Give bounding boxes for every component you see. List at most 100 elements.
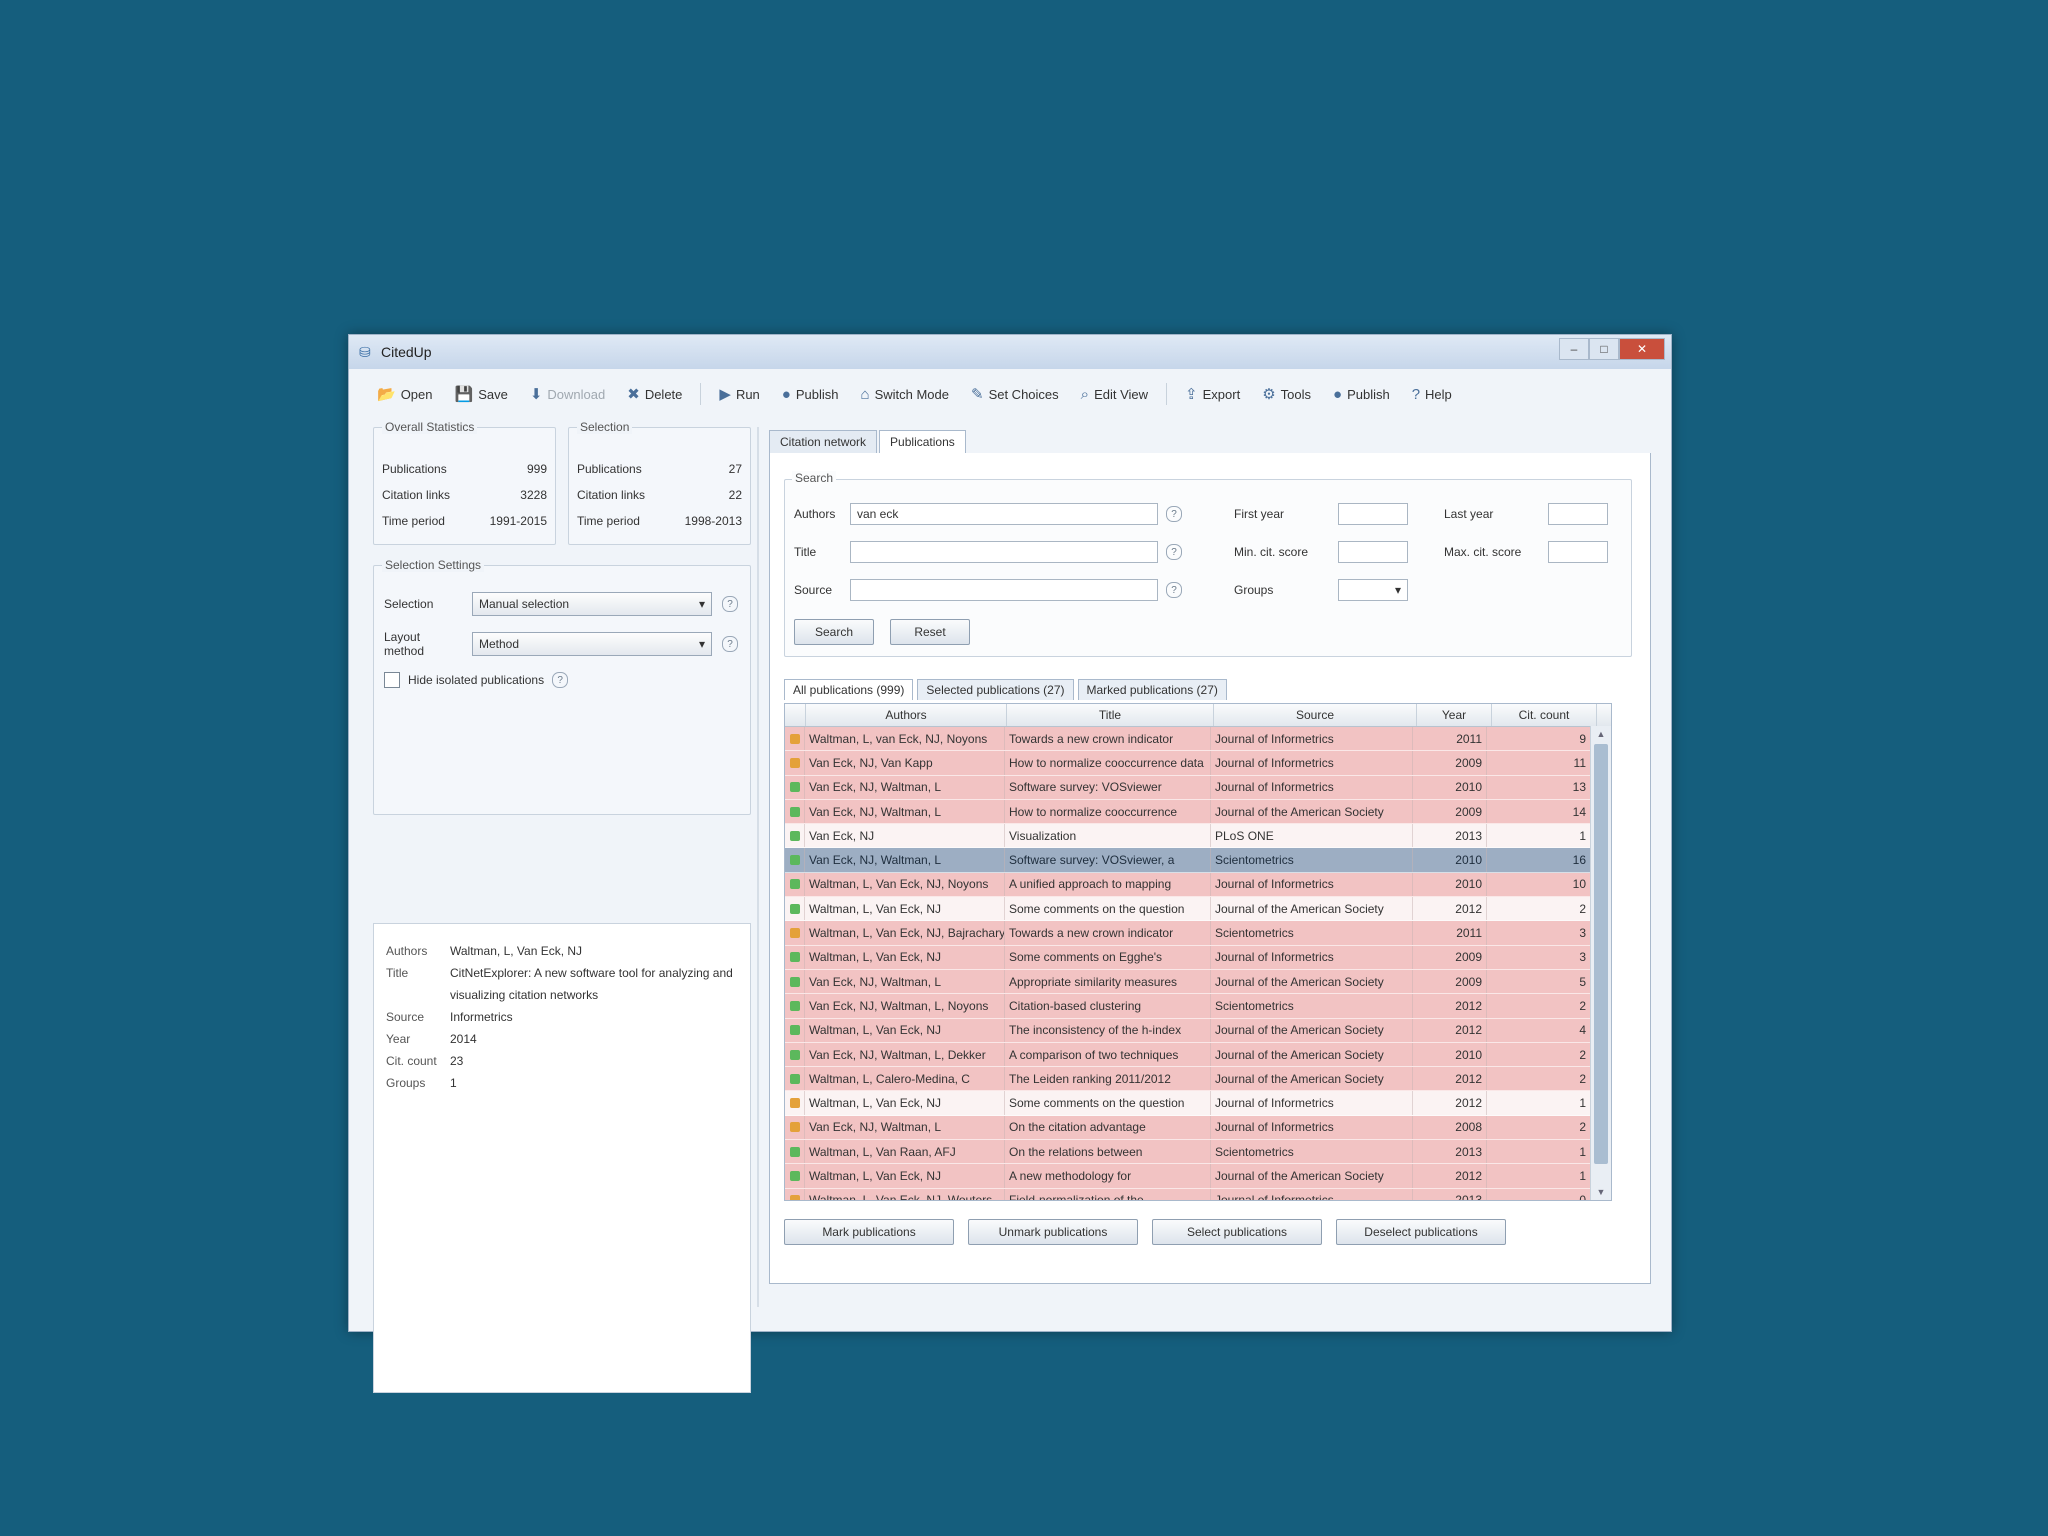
table-row[interactable]: Waltman, L, Calero-Medina, C The Leiden r… [785, 1067, 1611, 1092]
table-row[interactable]: Waltman, L, Van Raan, AFJ On the relation… [785, 1140, 1611, 1165]
max-cit-input[interactable] [1548, 541, 1608, 563]
table-row[interactable]: Waltman, L, van Eck, NJ, Noyons Towards a… [785, 727, 1611, 752]
run-icon: ▶ [719, 386, 731, 403]
table-row[interactable]: Waltman, L, Van Eck, NJ A new methodology… [785, 1164, 1611, 1189]
title-bar[interactable]: ⛁ CitedUp – □ ✕ [349, 335, 1671, 369]
group-color-icon [789, 928, 800, 939]
column-header[interactable]: Authors [806, 704, 1007, 726]
table-row[interactable]: Van Eck, NJ, Waltman, L, Dekker A compari… [785, 1042, 1611, 1068]
toolbar-button-set-choices[interactable]: ✎ Set Choices [967, 383, 1063, 405]
toolbar-button-help[interactable]: ? Help [1408, 384, 1456, 405]
deselect-publications-button[interactable]: Deselect publications [1336, 1219, 1506, 1245]
column-header[interactable]: Title [1007, 704, 1214, 726]
column-header[interactable]: Cit. count [1492, 704, 1597, 726]
cell-source: Journal of the American Society [1211, 1018, 1413, 1042]
toolbar-button-export[interactable]: ⇪ Export [1181, 383, 1244, 405]
table-row[interactable]: Van Eck, NJ, Waltman, L Appropriate simil… [785, 969, 1611, 995]
cell-authors: Van Eck, NJ [805, 824, 1005, 848]
toolbar-button-run[interactable]: ▶ Run [715, 383, 763, 405]
scrollbar-thumb[interactable] [1594, 744, 1608, 1164]
scroll-down-icon[interactable]: ▼ [1591, 1184, 1611, 1200]
cell-title: How to normalize cooccurrence [1005, 799, 1211, 824]
help-icon[interactable]: ? [1166, 506, 1182, 522]
home-icon: ⌂ [860, 385, 870, 403]
table-scrollbar[interactable]: ▲ ▼ [1590, 726, 1611, 1200]
unmark-publications-button[interactable]: Unmark publications [968, 1219, 1138, 1245]
reset-button[interactable]: Reset [890, 619, 970, 645]
table-row[interactable]: Van Eck, NJ, Waltman, L Software survey: … [785, 775, 1611, 800]
min-cit-input[interactable] [1338, 541, 1408, 563]
search-button[interactable]: Search [794, 619, 874, 645]
cell-cit-count: 1 [1487, 1164, 1591, 1188]
toolbar-button-tools[interactable]: ⚙ Tools [1258, 383, 1315, 405]
layout-method-select[interactable]: Method ▾ [472, 632, 712, 656]
cell-year: 2012 [1413, 1018, 1487, 1042]
close-button[interactable]: ✕ [1619, 338, 1665, 360]
right-panel: Citation network Publications Search Auth… [769, 427, 1651, 1284]
mark-publications-button[interactable]: Mark publications [784, 1219, 954, 1245]
table-row[interactable]: Waltman, L, Van Eck, NJ The inconsistency… [785, 1018, 1611, 1043]
group-color-icon [789, 1000, 800, 1011]
table-row[interactable]: Van Eck, NJ, Waltman, L, Noyons Citation-… [785, 994, 1611, 1019]
toolbar-button-edit-view[interactable]: ⌕ Edit View [1077, 384, 1152, 405]
table-row[interactable]: Waltman, L, Van Eck, NJ, Bajracharya Towa… [785, 921, 1611, 946]
cell-authors: Waltman, L, van Eck, NJ, Noyons [805, 727, 1005, 751]
table-row[interactable]: Van Eck, NJ, Van Kapp How to normalize co… [785, 751, 1611, 776]
cell-cit-count: 5 [1487, 969, 1591, 994]
table-row[interactable]: Waltman, L, Van Eck, NJ Some comments on … [785, 945, 1611, 970]
table-row[interactable]: Van Eck, NJ Visualization PLoS ONE 2013 1 [785, 824, 1611, 849]
subtab-0[interactable]: All publications (999) [784, 679, 914, 700]
help-icon[interactable]: ? [552, 672, 569, 688]
toolbar-button-save[interactable]: 💾 Save [451, 383, 512, 405]
title-input[interactable] [850, 541, 1158, 563]
cell-authors: Van Eck, NJ, Waltman, L [805, 848, 1005, 872]
help-icon[interactable]: ? [1166, 582, 1182, 598]
tools-icon: ⚙ [1262, 386, 1276, 403]
column-header[interactable]: Source [1214, 704, 1417, 726]
last-year-input[interactable] [1548, 503, 1608, 525]
cell-source: Journal of the American Society [1211, 799, 1413, 824]
cell-year: 2009 [1413, 969, 1487, 994]
select-publications-button[interactable]: Select publications [1152, 1219, 1322, 1245]
hide-isolated-checkbox[interactable] [384, 672, 400, 688]
toolbar-button-switch-mode[interactable]: ⌂ Switch Mode [857, 384, 953, 405]
stat-value: 1998-2013 [684, 514, 742, 528]
table-row[interactable]: Van Eck, NJ, Waltman, L Software survey: … [785, 848, 1611, 873]
stat-label: Citation links [382, 488, 451, 502]
chevron-down-icon: ▾ [1394, 583, 1401, 597]
toolbar-button-publish[interactable]: ● Publish [1329, 384, 1394, 405]
tab-citation-network[interactable]: Citation network [769, 430, 878, 453]
scroll-up-icon[interactable]: ▲ [1591, 726, 1611, 742]
toolbar-button-label: Edit View [1094, 386, 1149, 402]
help-icon[interactable]: ? [1166, 544, 1182, 560]
toolbar-button-open[interactable]: 📂 Open [373, 383, 437, 405]
subtab-2[interactable]: Marked publications (27) [1077, 679, 1227, 700]
selection-select[interactable]: Manual selection ▾ [472, 592, 712, 616]
table-row[interactable]: Waltman, L, Van Eck, NJ, Wouters Field-no… [785, 1188, 1611, 1200]
first-year-input[interactable] [1338, 503, 1408, 525]
cell-cit-count: 14 [1487, 799, 1591, 824]
authors-input[interactable]: van eck [850, 503, 1158, 525]
source-input[interactable] [850, 579, 1158, 601]
cell-authors: Waltman, L, Van Eck, NJ [805, 897, 1005, 921]
subtab-1[interactable]: Selected publications (27) [917, 679, 1074, 700]
help-icon[interactable]: ? [722, 636, 738, 652]
table-row[interactable]: Van Eck, NJ, Waltman, L On the citation a… [785, 1115, 1611, 1141]
toolbar-button-publish[interactable]: ● Publish [778, 384, 843, 405]
toolbar-button-label: Set Choices [988, 386, 1059, 402]
cell-cit-count: 16 [1487, 848, 1591, 872]
splitter[interactable] [757, 427, 759, 1307]
stat-row: Time period 1991-2015 [382, 508, 547, 534]
table-row[interactable]: Van Eck, NJ, Waltman, L How to normalize … [785, 799, 1611, 825]
groups-select[interactable]: ▾ [1338, 579, 1408, 601]
help-icon[interactable]: ? [722, 596, 738, 612]
tab-publications[interactable]: Publications [879, 430, 966, 453]
table-row[interactable]: Waltman, L, Van Eck, NJ Some comments on … [785, 1091, 1611, 1116]
toolbar-button-delete[interactable]: ✖ Delete [623, 383, 686, 405]
column-header[interactable] [785, 704, 806, 726]
table-row[interactable]: Waltman, L, Van Eck, NJ Some comments on … [785, 897, 1611, 922]
column-header[interactable]: Year [1417, 704, 1492, 726]
maximize-button[interactable]: □ [1589, 338, 1619, 360]
minimize-button[interactable]: – [1559, 338, 1589, 360]
table-row[interactable]: Waltman, L, Van Eck, NJ, Noyons A unified… [785, 872, 1611, 898]
